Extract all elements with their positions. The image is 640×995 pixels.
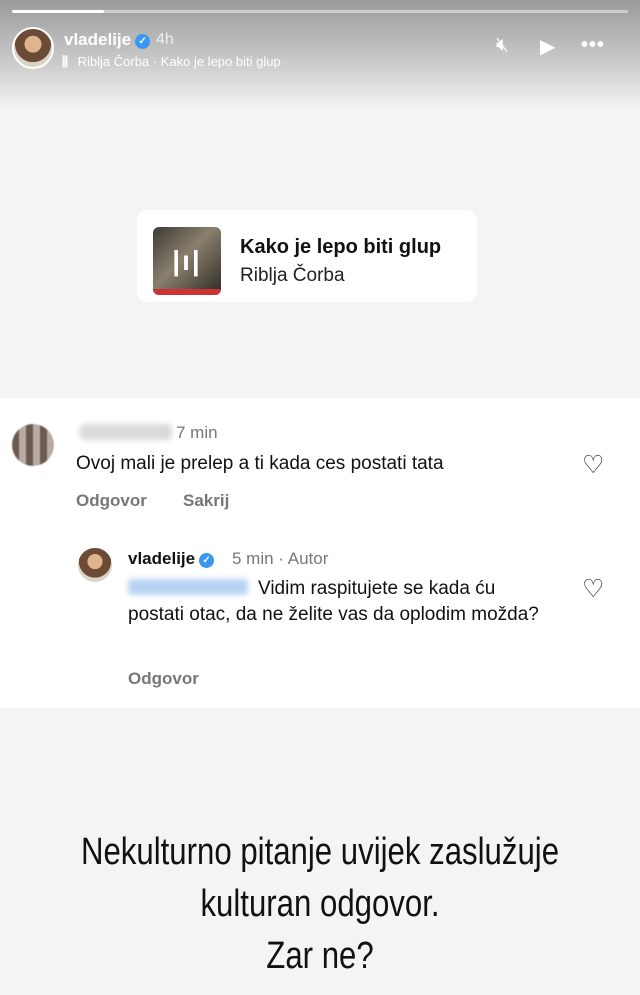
hide-button[interactable]: Sakrij bbox=[183, 491, 229, 511]
comment-text: Ovoj mali je prelep a ti kada ces postat… bbox=[76, 453, 444, 474]
verified-badge-icon: ✓ bbox=[135, 34, 151, 49]
story-progress-fill bbox=[12, 10, 105, 13]
artist-name: Riblja Čorba bbox=[240, 265, 345, 286]
reply-time: 5 min · Autor bbox=[232, 549, 329, 568]
reply-button[interactable]: Odgovor bbox=[128, 669, 199, 689]
post-time: 4h bbox=[156, 31, 174, 48]
heart-icon[interactable]: ♡ bbox=[582, 574, 604, 604]
comment-screenshot: 7 min Ovoj mali je prelep a ti kada ces … bbox=[0, 398, 640, 708]
commenter-avatar bbox=[12, 424, 54, 466]
avatar[interactable] bbox=[12, 27, 54, 69]
song-title: Kako je lepo biti glup bbox=[240, 236, 442, 258]
music-icon: ⫼ bbox=[62, 54, 68, 69]
verified-badge-icon: ✓ bbox=[199, 553, 215, 568]
music-wave-icon: |ı| bbox=[172, 245, 202, 276]
play-icon[interactable]: ▶ bbox=[540, 34, 555, 59]
story-caption: Nekulturno pitanje uvijek zaslužuje kult… bbox=[80, 831, 560, 977]
reply-button[interactable]: Odgovor bbox=[76, 491, 147, 511]
more-icon[interactable]: ••• bbox=[581, 34, 605, 57]
heart-icon[interactable]: ♡ bbox=[582, 450, 604, 480]
reply-text: Vidim raspitujete se kada ću postati ota… bbox=[128, 578, 539, 625]
reply-avatar bbox=[76, 546, 114, 584]
story-progress-bar bbox=[12, 10, 628, 13]
music-sticker[interactable]: |ı| Kako je lepo biti glup Riblja Čorba bbox=[137, 210, 477, 302]
username[interactable]: vladelije ✓ bbox=[64, 30, 151, 50]
mute-icon[interactable]: 🔇︎ bbox=[496, 34, 509, 57]
story-header: vladelije ✓ 4h ⫼ Riblja Čorba · Kako je l… bbox=[0, 0, 640, 110]
comment-time: 7 min bbox=[176, 423, 218, 442]
music-attribution[interactable]: ⫼ Riblja Čorba · Kako je lepo biti glup bbox=[62, 54, 281, 70]
blurred-username bbox=[80, 424, 172, 440]
album-cover: |ı| bbox=[153, 227, 221, 295]
reply-username: vladelije ✓ bbox=[128, 549, 215, 569]
